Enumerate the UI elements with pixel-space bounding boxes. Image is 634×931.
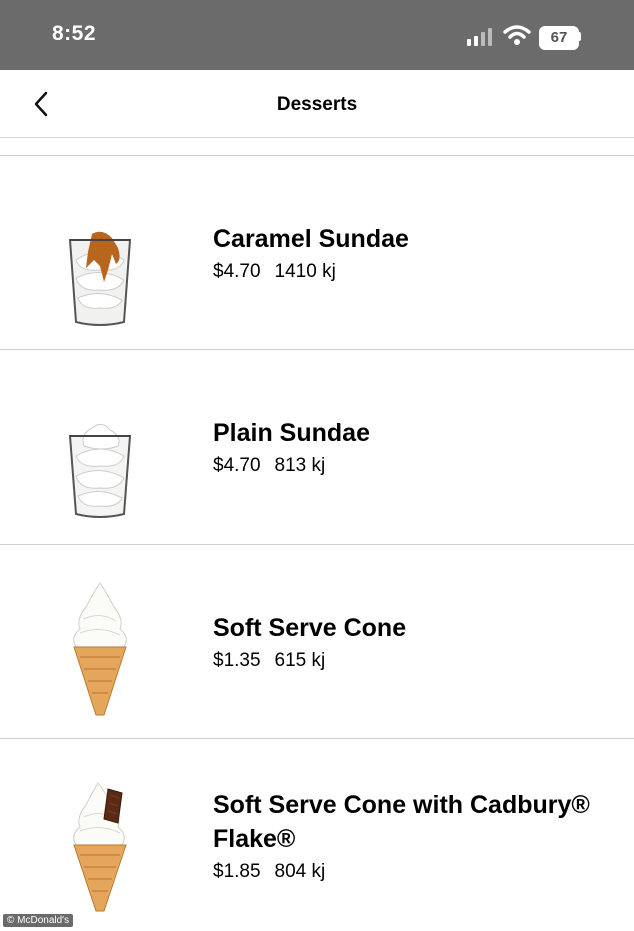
status-bar: 8:52 67: [0, 0, 634, 70]
item-name: Plain Sundae: [213, 419, 370, 447]
item-meta: $4.70 1410 kj: [213, 261, 350, 283]
item-name: Caramel Sundae: [213, 225, 409, 253]
plain-sundae-image: [68, 424, 132, 518]
item-energy: 615 kj: [274, 650, 326, 671]
nav-bar: Desserts: [0, 70, 634, 138]
item-price: $1.85: [213, 861, 261, 882]
item-name: Soft Serve Cone: [213, 614, 407, 642]
item-energy: 804 kj: [274, 861, 326, 882]
soft-serve-cone-image: [73, 582, 127, 716]
page-title: Desserts: [276, 94, 358, 115]
item-price: $1.35: [213, 650, 261, 671]
cellular-signal-icon: [467, 28, 492, 46]
status-time: 8:52: [52, 22, 97, 45]
item-energy: 813 kj: [274, 455, 326, 476]
soft-serve-cone-flake-image: [73, 782, 127, 912]
item-meta: $1.35 615 kj: [213, 650, 339, 672]
item-price: $4.70: [213, 261, 261, 282]
menu-item-plain-sundae[interactable]: Plain Sundae $4.70 813 kj: [0, 350, 634, 545]
item-price: $4.70: [213, 455, 261, 476]
menu-item-soft-serve-cone[interactable]: Soft Serve Cone $1.35 615 kj: [0, 545, 634, 739]
caramel-sundae-image: [68, 231, 132, 326]
menu-item-caramel-sundae[interactable]: Caramel Sundae $4.70 1410 kj: [0, 156, 634, 350]
item-name: Soft Serve Cone with Cadbury® Flake®: [213, 791, 590, 853]
copyright-watermark: © McDonald's: [3, 914, 74, 927]
wifi-icon: [503, 25, 531, 45]
item-meta: $1.85 804 kj: [213, 861, 339, 883]
battery-indicator: 67: [539, 26, 579, 50]
menu-item-soft-serve-cone-flake[interactable]: Soft Serve Cone with Cadbury® Flake® $1.…: [0, 739, 634, 931]
battery-tip: [578, 32, 581, 41]
item-energy: 1410 kj: [274, 261, 336, 282]
item-meta: $4.70 813 kj: [213, 455, 339, 477]
